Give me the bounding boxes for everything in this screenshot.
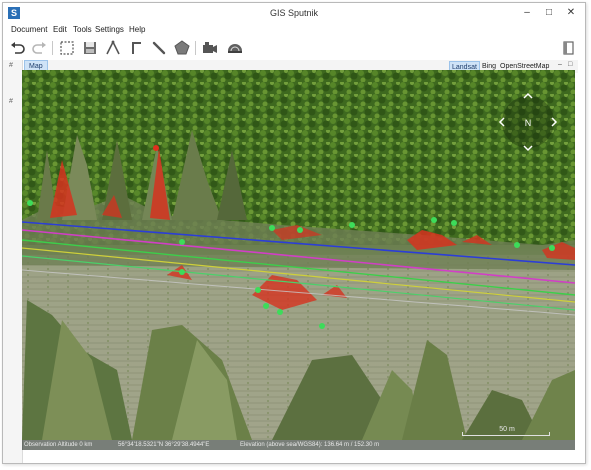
close-button[interactable]: ✕ [561,6,581,19]
scale-line [462,432,550,436]
menu-bar: Document Edit Tools Settings Help [3,25,585,37]
dome-icon[interactable] [226,39,244,57]
compass-icon[interactable]: N [494,88,562,156]
window-title: GIS Sputnik [269,8,319,18]
undo-icon[interactable] [9,39,27,57]
terrain-3d-view[interactable] [22,70,575,440]
status-bar: Observation Altitude 0 km 56°34'18.5321"… [22,440,575,450]
draw-polygon-icon[interactable] [173,39,191,57]
toolbar-separator [52,41,53,55]
tab-minimize-button[interactable]: – [558,61,562,68]
maximize-button[interactable]: □ [541,6,557,19]
draw-polyline-icon[interactable] [127,39,145,57]
camera-icon[interactable] [201,39,219,57]
save-icon[interactable] [81,39,99,57]
menu-tools[interactable]: Tools [73,25,92,34]
select-rectangle-icon[interactable] [58,39,76,57]
menu-settings[interactable]: Settings [95,25,124,34]
pin-icon[interactable]: # [9,62,13,69]
pin-icon[interactable]: # [9,98,13,105]
status-altitude: Observation Altitude 0 km [24,442,93,448]
scale-bar: 50 m [462,426,552,438]
map-viewport[interactable]: N 50 m [22,70,575,440]
panel-toggle-icon[interactable] [559,39,577,57]
title-bar: S GIS Sputnik – □ ✕ [3,3,585,25]
toolbar [3,38,585,60]
menu-edit[interactable]: Edit [53,25,67,34]
minimize-button[interactable]: – [519,6,535,19]
tab-maximize-button[interactable]: □ [568,61,572,68]
draw-path-icon[interactable] [150,39,168,57]
menu-help[interactable]: Help [129,25,145,34]
menu-document[interactable]: Document [11,25,47,34]
redo-icon[interactable] [30,39,48,57]
status-coordinates: 56°34'18.5321"N 36°29'38.4944"E [118,442,210,448]
compass-north-label: N [525,118,532,128]
status-elevation: Elevation (above sea/WGS84): 136.64 m / … [240,442,380,448]
toolbar-separator [195,41,196,55]
draw-line-icon[interactable] [104,39,122,57]
left-side-panel: # # [3,60,23,463]
